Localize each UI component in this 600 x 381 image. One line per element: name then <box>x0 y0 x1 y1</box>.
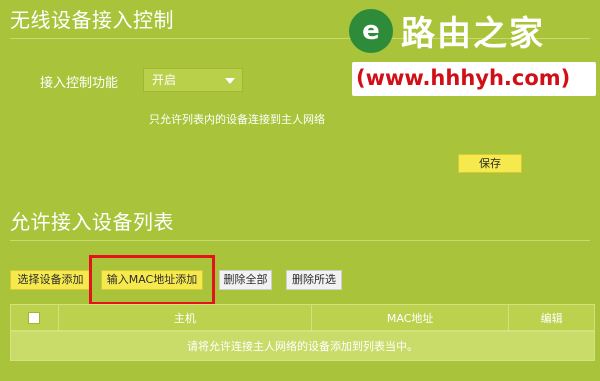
brand-logo-icon: e <box>349 8 393 53</box>
select-all-checkbox[interactable] <box>28 311 41 324</box>
save-button[interactable]: 保存 <box>458 154 522 173</box>
allow-list-title: 允许接入设备列表 <box>10 210 174 234</box>
access-control-function-select[interactable]: 开启 <box>143 68 243 92</box>
delete-selected-button[interactable]: 删除所选 <box>286 270 342 290</box>
watermark-url: (www.hhhyh.com) <box>356 66 571 90</box>
edit-column-header: 编辑 <box>540 311 563 325</box>
access-control-function-label: 接入控制功能 <box>40 76 119 91</box>
access-control-title: 无线设备接入控制 <box>10 8 174 32</box>
mac-column-header: MAC地址 <box>312 305 510 330</box>
mac-address-add-button[interactable]: 输入MAC地址添加 <box>101 270 203 290</box>
host-column-header: 主机 <box>59 305 312 330</box>
access-control-hint: 只允许列表内的设备连接到主人网络 <box>149 113 325 126</box>
brand-name: 路由之家 <box>401 14 545 54</box>
device-table-header: 主机 MAC地址 编辑 <box>10 304 595 331</box>
section-divider <box>10 240 590 241</box>
delete-all-button[interactable]: 删除全部 <box>219 270 272 290</box>
select-all-cell <box>11 305 59 330</box>
access-control-function-value: 开启 <box>152 73 177 87</box>
chevron-down-icon <box>225 78 235 84</box>
watermark-logo: e 路由之家 <box>349 6 545 55</box>
table-empty-message: 请将允许连接主人网络的设备添加到列表当中。 <box>10 331 595 361</box>
select-device-add-button[interactable]: 选择设备添加 <box>10 270 91 290</box>
